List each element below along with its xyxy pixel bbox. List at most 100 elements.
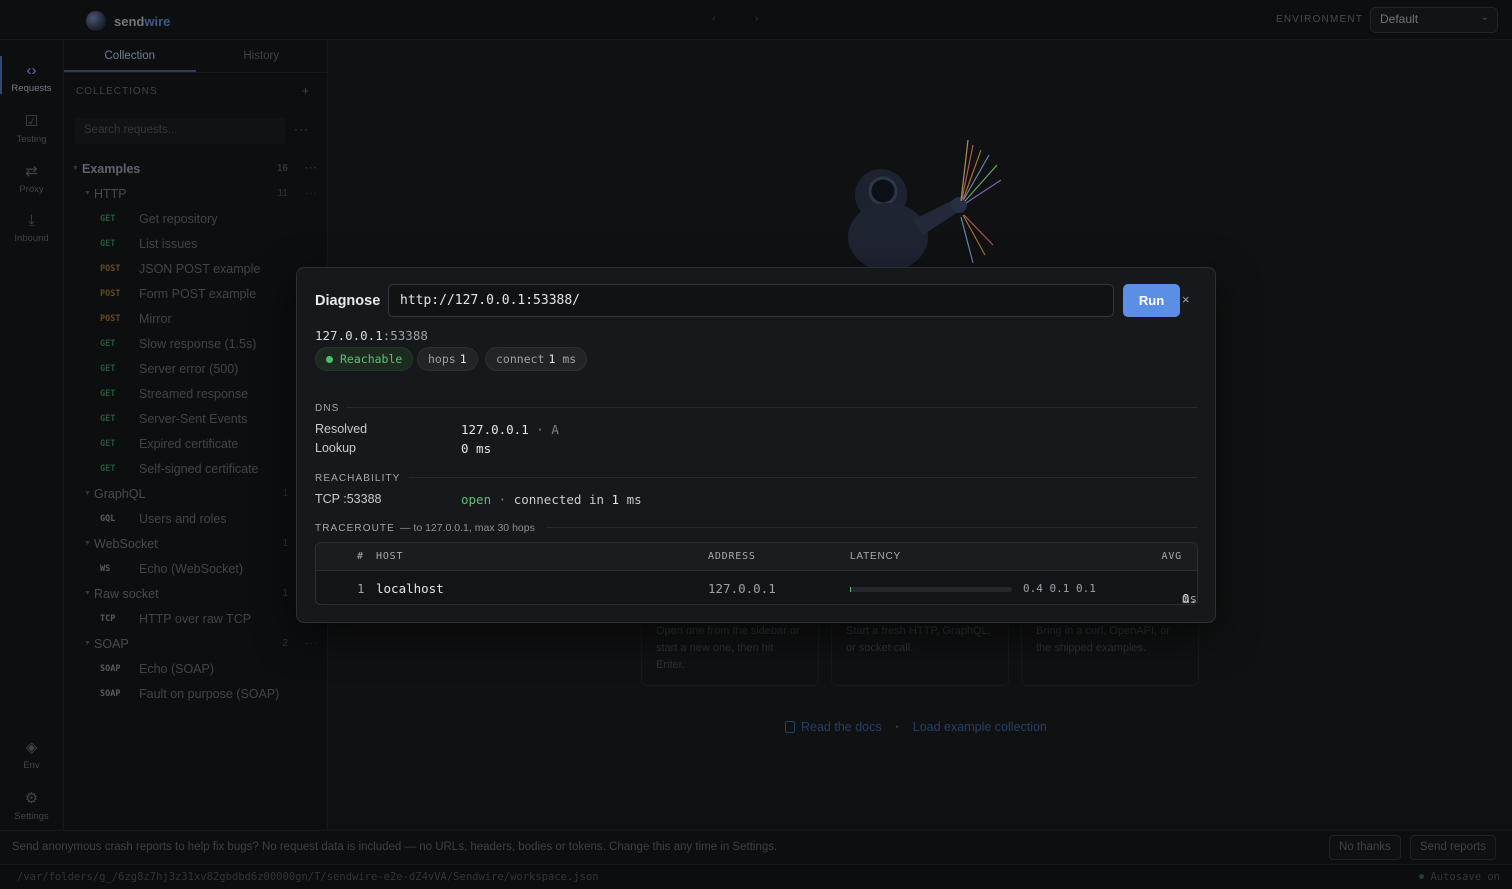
request-item[interactable]: GET Server error (500)	[64, 356, 328, 381]
rail-requests[interactable]: ‹› Requests	[0, 56, 63, 94]
col-avg: AVG	[1161, 551, 1182, 562]
request-item[interactable]: GET Get repository	[64, 206, 328, 231]
diagnose-dialog: Diagnose Run × 127.0.0.1:53388 Reachable…	[296, 267, 1216, 623]
rail-inbound[interactable]: ⤓ Inbound	[0, 212, 63, 244]
traceroute-section-header: TRACEROUTE	[315, 523, 395, 534]
request-item[interactable]: GET List issues	[64, 231, 328, 256]
latency-samples: 0.4 0.1 0.1	[1023, 582, 1096, 595]
request-item[interactable]: POST Form POST example	[64, 281, 328, 306]
folder-label: GraphQL	[94, 486, 146, 501]
tcp-detail-prefix: connected in	[513, 492, 605, 507]
request-label: List issues	[139, 236, 198, 251]
method-badge: SOAP	[100, 663, 121, 674]
connect-label: connect	[496, 352, 545, 366]
caret-down-icon: ▼	[84, 540, 91, 547]
resolved-value: 127.0.0.1 · A	[461, 422, 559, 437]
tcp-state: open	[461, 492, 492, 507]
folder-more-button[interactable]: ···	[305, 188, 318, 199]
swap-arrows-icon: ⇄	[25, 163, 38, 180]
hops-value: 1	[459, 352, 467, 366]
globe-icon	[86, 11, 106, 31]
request-item[interactable]: GQL Users and roles	[64, 506, 328, 531]
folder-raw-socket[interactable]: ▼ Raw socket 1	[64, 581, 328, 606]
rail-settings[interactable]: ⚙ Settings	[0, 789, 63, 822]
folder-graphql[interactable]: ▼ GraphQL 1	[64, 481, 328, 506]
folder-examples[interactable]: ▼ Examples 16 ···	[64, 156, 328, 181]
tab-collection[interactable]: Collection	[64, 40, 196, 72]
resolved-ip: 127.0.0.1	[461, 422, 529, 437]
reachable-label: Reachable	[340, 352, 403, 366]
request-item[interactable]: GET Self-signed certificate	[64, 456, 328, 481]
request-item[interactable]: GET Streamed response	[64, 381, 328, 406]
connect-badge: connect 1 ms	[485, 347, 588, 371]
connect-unit: ms	[562, 352, 577, 366]
folder-count: 16	[276, 163, 288, 174]
sidebar: Collection History COLLECTIONS + Search …	[64, 40, 328, 830]
table-header: # HOST ADDRESS LATENCY AVG	[316, 543, 1197, 571]
latency-bar	[850, 587, 1012, 592]
folder-more-button[interactable]: ···	[305, 638, 318, 649]
search-input[interactable]: Search requests...	[74, 118, 286, 144]
request-item[interactable]: GET Server-Sent Events	[64, 406, 328, 431]
rail-proxy[interactable]: ⇄ Proxy	[0, 162, 63, 195]
folder-soap[interactable]: ▼ SOAP 2 ···	[64, 631, 328, 656]
caret-down-icon: ▼	[72, 165, 79, 172]
status-dot-icon	[1419, 874, 1425, 879]
environment-select[interactable]: Default ⌄	[1370, 7, 1498, 33]
banner-text: Send anonymous crash reports to help fix…	[12, 841, 778, 853]
rail-testing[interactable]: ☑ Testing	[0, 112, 63, 145]
card-open-request[interactable]: Open one from the sidebar or start a new…	[641, 623, 819, 686]
environment-label: ENVIRONMENT	[1276, 14, 1364, 25]
caret-down-icon: ▼	[84, 640, 91, 647]
diagnose-url-input[interactable]	[388, 284, 1114, 317]
section-divider	[409, 477, 1197, 478]
load-example-link[interactable]: Load example collection	[913, 720, 1047, 734]
crash-report-banner: Send anonymous crash reports to help fix…	[0, 830, 1512, 864]
card-new-request[interactable]: Start a fresh HTTP, GraphQL, or socket c…	[831, 623, 1009, 686]
request-label: Self-signed certificate	[139, 461, 259, 476]
run-button[interactable]: Run	[1123, 284, 1180, 317]
send-reports-button[interactable]: Send reports	[1410, 835, 1496, 860]
request-item[interactable]: SOAP Echo (SOAP)	[64, 656, 328, 681]
gear-icon: ⚙	[24, 790, 39, 807]
request-item[interactable]: GET Slow response (1.5s)	[64, 331, 328, 356]
rail-testing-label: Testing	[16, 134, 47, 145]
request-label: Server error (500)	[139, 361, 239, 376]
request-item[interactable]: POST JSON POST example	[64, 256, 328, 281]
card-text: Bring in a curl, OpenAPI, or the shipped…	[1036, 625, 1170, 654]
tcp-port-label: TCP :53388	[315, 492, 382, 506]
method-badge: GET	[100, 413, 116, 424]
request-item[interactable]: WS Echo (WebSocket)	[64, 556, 328, 581]
request-item[interactable]: GET Expired certificate	[64, 431, 328, 456]
request-label: Get repository	[139, 211, 218, 226]
connect-value: 1	[548, 352, 556, 366]
folder-websocket[interactable]: ▼ WebSocket 1	[64, 531, 328, 556]
lookup-value: 0 ms	[461, 441, 492, 456]
read-docs-link[interactable]: Read the docs	[785, 720, 882, 734]
tab-history[interactable]: History	[196, 40, 328, 72]
tcp-separator: ·	[498, 492, 507, 507]
folder-label: Raw socket	[94, 586, 159, 601]
card-import[interactable]: Bring in a curl, OpenAPI, or the shipped…	[1021, 623, 1199, 686]
request-item[interactable]: SOAP Fault on purpose (SOAP)	[64, 681, 328, 706]
add-collection-button[interactable]: +	[302, 84, 309, 98]
sidebar-tabs: Collection History	[64, 40, 327, 73]
caret-down-icon: ▼	[84, 590, 91, 597]
reachability-section-header: REACHABILITY	[315, 473, 401, 484]
close-icon[interactable]: ×	[1182, 292, 1190, 307]
rail-proxy-label: Proxy	[19, 184, 44, 195]
rail-env[interactable]: ◈ Env	[0, 738, 63, 771]
nav-arrows[interactable]: ‹ ›	[712, 13, 776, 25]
no-thanks-button[interactable]: No thanks	[1329, 835, 1401, 860]
request-item[interactable]: POST Mirror	[64, 306, 328, 331]
search-more-button[interactable]: ···	[294, 122, 309, 136]
folder-count: 2	[282, 638, 288, 649]
folder-more-button[interactable]: ···	[305, 163, 318, 174]
tcp-detail-unit: ms	[626, 492, 642, 507]
folder-http[interactable]: ▼ HTTP 11 ···	[64, 181, 328, 206]
request-item[interactable]: TCP HTTP over raw TCP	[64, 606, 328, 631]
col-address: ADDRESS	[708, 551, 756, 562]
request-label: JSON POST example	[139, 261, 261, 276]
target-address: 127.0.0.1:53388	[315, 328, 428, 343]
rail-requests-label: Requests	[11, 83, 52, 94]
